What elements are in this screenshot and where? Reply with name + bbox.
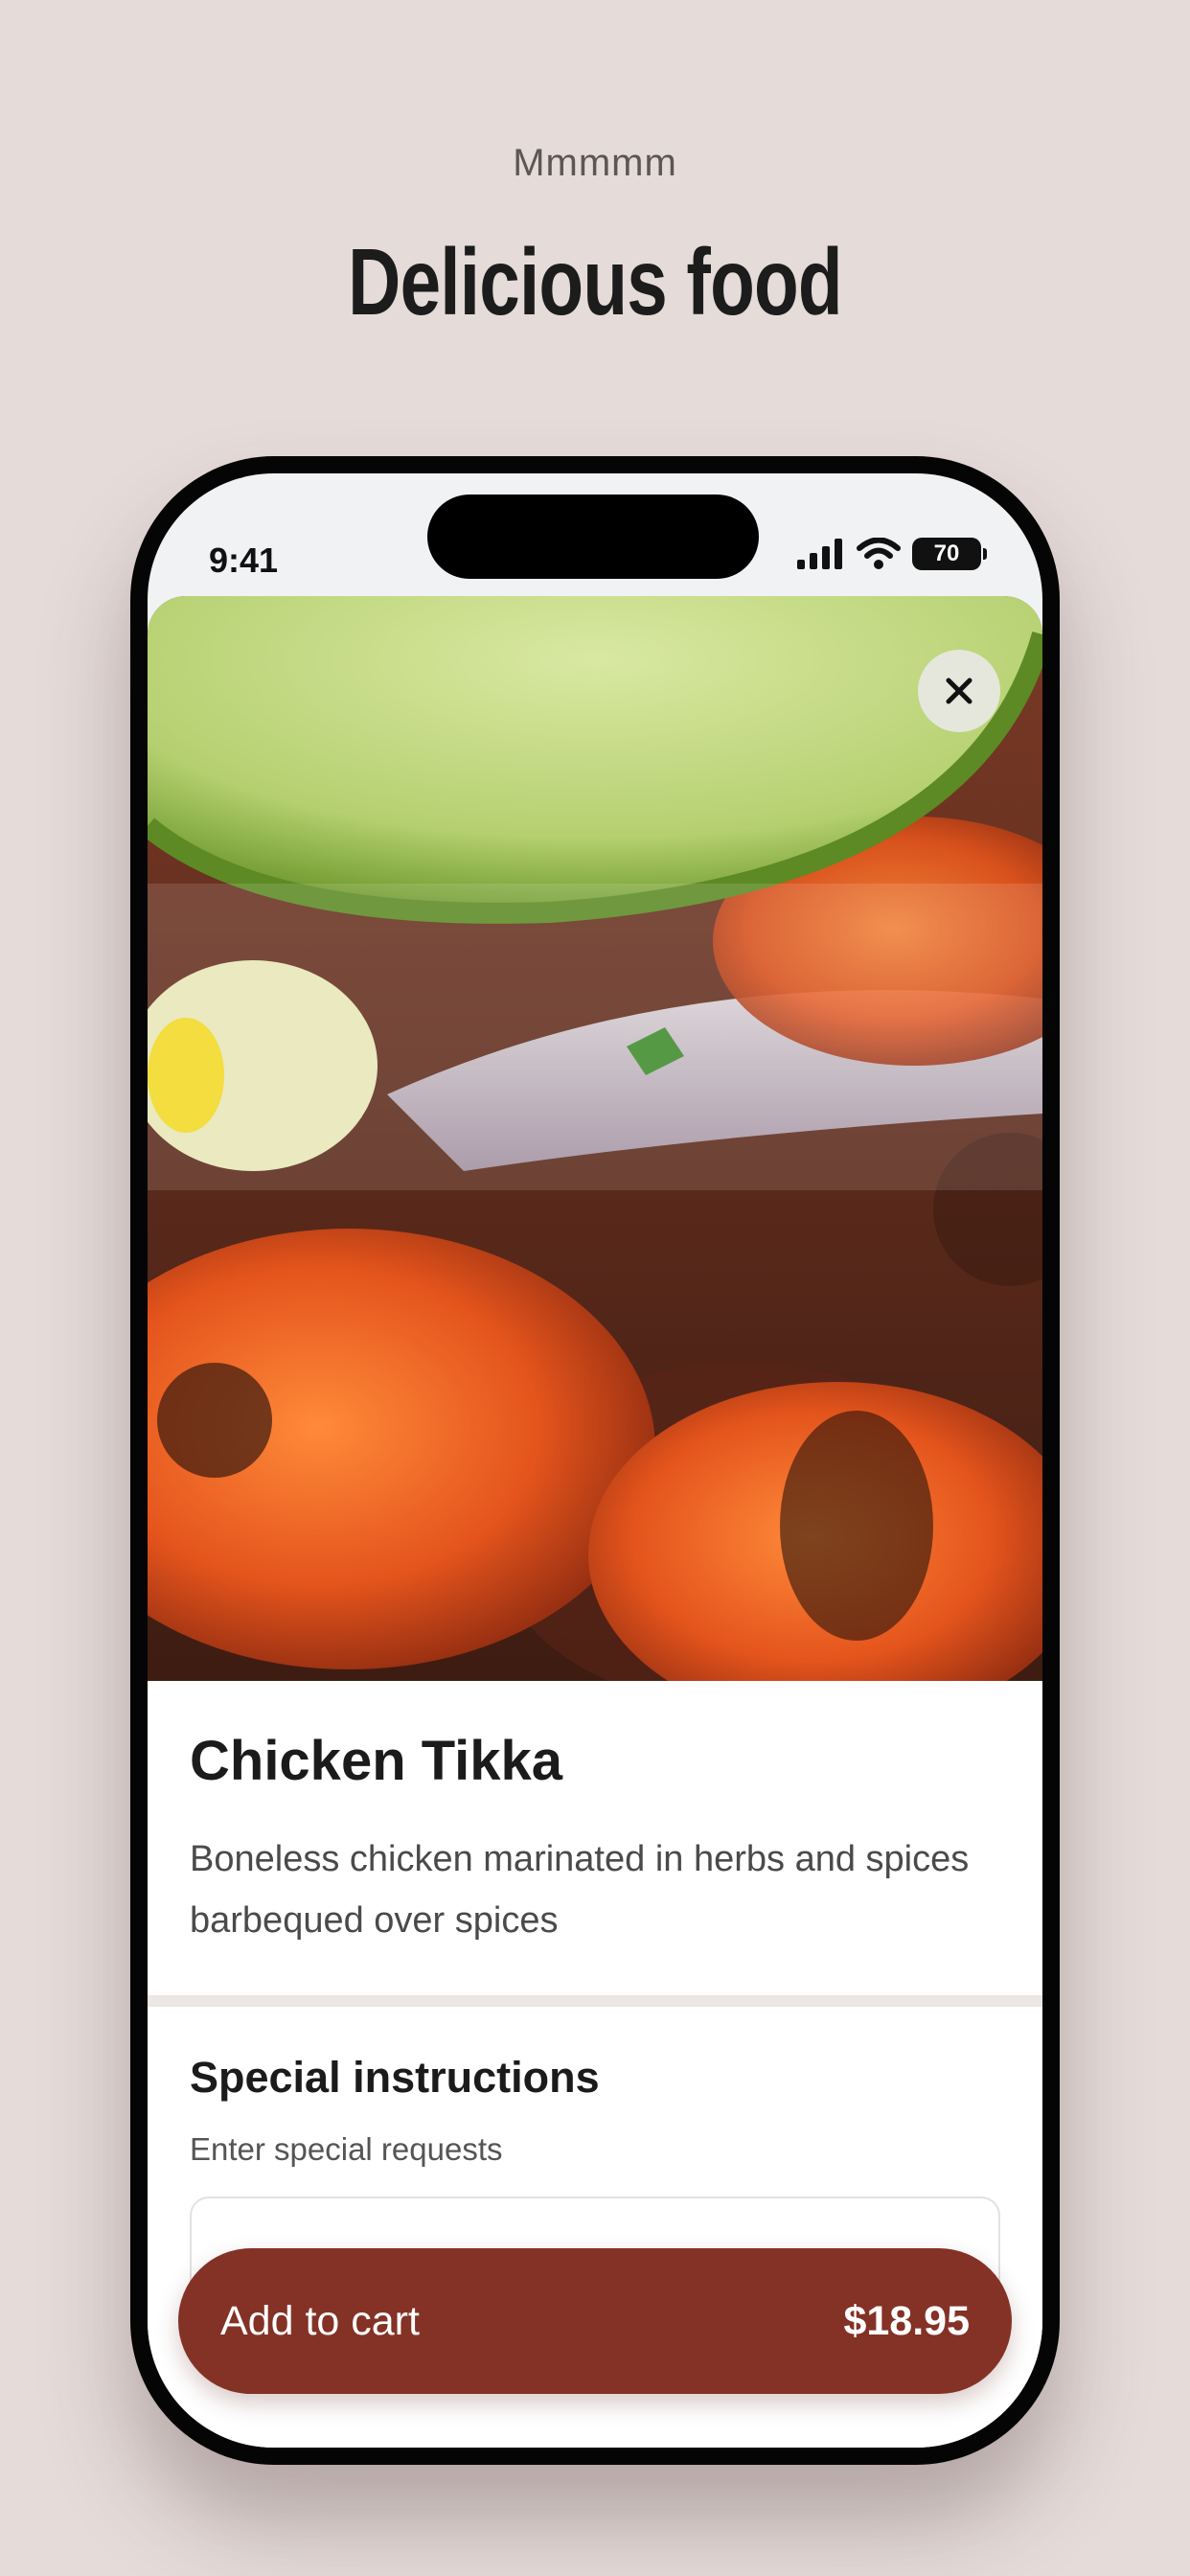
battery-icon: 70 [912,538,987,570]
item-sheet: Chicken Tikka Boneless chicken marinated… [148,596,1042,2448]
promo-headline: Delicious food [348,229,842,334]
add-to-cart-button[interactable]: Add to cart $18.95 [178,2248,1012,2394]
wifi-icon [857,538,901,569]
close-button[interactable] [918,650,1000,732]
instructions-hint: Enter special requests [190,2131,503,2167]
instructions-title: Special instructions [190,2053,600,2102]
food-photo [148,596,1042,1681]
phone-frame: 9:41 70 Chicken Tikka Boneless chicken m… [130,456,1060,2465]
status-icons: 70 [797,531,987,577]
dynamic-island [427,494,759,579]
item-title: Chicken Tikka [190,1730,563,1792]
phone-screen: 9:41 70 Chicken Tikka Boneless chicken m… [148,473,1042,2448]
item-description: Boneless chicken marinated in herbs and … [190,1839,970,1941]
promo-page: Mmmmm Delicious food 9:41 70 Chicken Tik… [0,0,1190,2576]
close-icon [946,678,973,704]
cart-price: $18.95 [843,2297,970,2344]
add-to-cart-label: Add to cart [220,2297,420,2344]
section-divider [148,1995,1042,2007]
signal-icon [797,539,842,569]
promo-eyebrow: Mmmmm [513,142,677,184]
status-time: 9:41 [209,540,279,580]
